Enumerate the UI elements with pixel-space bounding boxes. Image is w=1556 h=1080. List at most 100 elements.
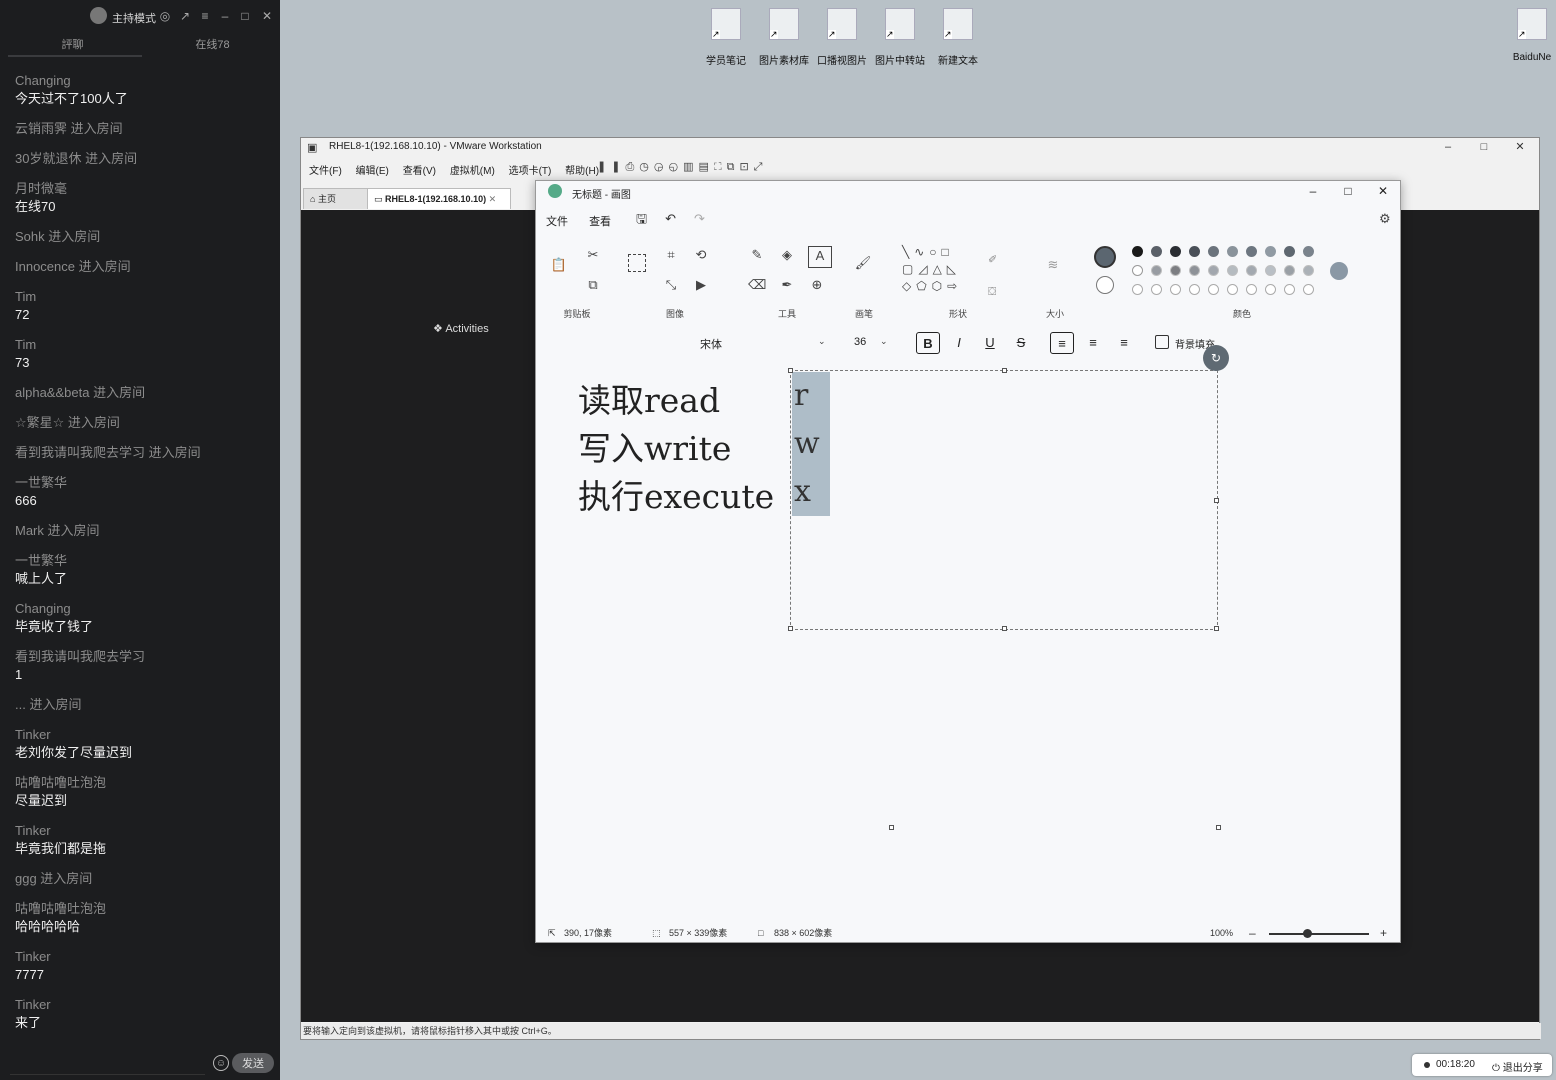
send-button[interactable]: 发送 (232, 1053, 274, 1073)
size-icon[interactable]: ≋ (1044, 256, 1062, 274)
color-swatch[interactable] (1246, 246, 1257, 257)
tab-chat[interactable]: 評聊 (0, 33, 145, 57)
color-swatch[interactable] (1170, 284, 1181, 295)
exit-share-button[interactable]: ⏻ 退出分享 (1492, 1059, 1543, 1074)
avatar[interactable] (90, 7, 107, 24)
minimize-icon[interactable]: – (218, 9, 232, 23)
brush-icon[interactable]: 🖌 (854, 254, 872, 272)
rotate-icon[interactable]: ⟲ (692, 246, 710, 264)
close-tab-icon[interactable]: ✕ (489, 194, 497, 204)
color-swatch[interactable] (1208, 265, 1219, 276)
cut-icon[interactable]: ✂ (584, 246, 602, 264)
chat-nickname[interactable]: 看到我请叫我爬去学习 (15, 648, 270, 666)
color-swatch[interactable] (1151, 265, 1162, 276)
italic-button[interactable]: I (947, 332, 971, 354)
color-swatch[interactable] (1227, 284, 1238, 295)
color-swatch[interactable] (1284, 265, 1295, 276)
maximize-icon[interactable]: □ (238, 9, 252, 23)
color-swatch[interactable] (1151, 284, 1162, 295)
color-swatch[interactable] (1265, 246, 1276, 257)
settings-icon[interactable]: ⚙ (1379, 211, 1391, 227)
secondary-color-swatch[interactable] (1096, 276, 1114, 294)
popout-icon[interactable]: ↗ (178, 9, 192, 23)
color-swatch[interactable] (1303, 246, 1314, 257)
canvas-resize-handle[interactable] (1216, 825, 1221, 830)
color-swatch[interactable] (1265, 265, 1276, 276)
resize-handle[interactable] (1214, 498, 1219, 503)
bold-button[interactable]: B (916, 332, 940, 354)
chevron-down-icon[interactable]: ⌄ (818, 336, 826, 347)
resize-handle[interactable] (1214, 626, 1219, 631)
menu-icon[interactable]: ≡ (198, 9, 212, 23)
color-swatch[interactable] (1284, 284, 1295, 295)
color-palette[interactable] (1132, 246, 1322, 302)
color-swatch[interactable] (1246, 265, 1257, 276)
resize-icon[interactable]: ⤡ (662, 276, 680, 294)
desktop-icon[interactable]: 图片素材库 (756, 8, 812, 67)
snapshot-icon[interactable]: ◷ (639, 161, 654, 173)
color-swatch[interactable] (1170, 265, 1181, 276)
color-swatch[interactable] (1227, 246, 1238, 257)
primary-color-swatch[interactable] (1094, 246, 1116, 268)
maximize-icon[interactable]: □ (1331, 181, 1365, 201)
chat-nickname[interactable]: Changing (15, 72, 270, 90)
desktop-icon[interactable]: 学员笔记 (698, 8, 754, 67)
chat-nickname[interactable]: Tinker (15, 996, 270, 1014)
chat-input[interactable] (10, 1054, 205, 1075)
menu-view[interactable]: 查看(V) (403, 166, 436, 177)
console-icon[interactable]: ⊡ (739, 161, 753, 173)
snapshot-manager-icon[interactable]: ◵ (668, 161, 683, 173)
send-keys-icon[interactable]: ⎙ (625, 161, 639, 173)
color-swatch[interactable] (1265, 284, 1276, 295)
chat-nickname[interactable]: Tim (15, 336, 270, 354)
save-icon[interactable]: 🖫 (636, 211, 665, 226)
stretch-icon[interactable]: ⤢ (754, 161, 768, 173)
pause-icon[interactable]: ❚❚ (597, 161, 625, 173)
close-icon[interactable]: ✕ (1505, 138, 1535, 156)
chat-nickname[interactable]: Tinker (15, 822, 270, 840)
resize-handle[interactable] (788, 368, 793, 373)
desktop-icon[interactable]: 新建文本 (930, 8, 986, 67)
crop-icon[interactable]: ⌗ (662, 246, 680, 264)
zoom-in-icon[interactable]: + (1380, 923, 1387, 943)
chat-nickname[interactable]: Tinker (15, 948, 270, 966)
chat-nickname[interactable]: 一世繁华 (15, 474, 270, 492)
align-left-button[interactable]: ≡ (1050, 332, 1074, 354)
strikethrough-button[interactable]: S (1009, 332, 1033, 354)
thumbnail-icon[interactable]: ▤ (698, 161, 713, 173)
chat-nickname[interactable]: 月时微毫 (15, 180, 270, 198)
color-swatch[interactable] (1303, 284, 1314, 295)
tab-online[interactable]: 在线78 (140, 33, 285, 57)
tab-home[interactable]: ⌂ 主页 (303, 188, 371, 209)
underline-button[interactable]: U (978, 332, 1002, 354)
chat-nickname[interactable]: Tim (15, 288, 270, 306)
fullscreen-icon[interactable]: ⛶ (714, 161, 727, 173)
color-swatch[interactable] (1132, 284, 1143, 295)
menu-file[interactable]: 文件(F) (309, 166, 342, 177)
resize-handle[interactable] (1002, 368, 1007, 373)
canvas-resize-handle[interactable] (889, 825, 894, 830)
desktop-icon[interactable]: 口播视图片 (814, 8, 870, 67)
color-swatch[interactable] (1189, 246, 1200, 257)
color-swatch[interactable] (1227, 265, 1238, 276)
color-swatch[interactable] (1151, 246, 1162, 257)
copy-icon[interactable]: ⧉ (584, 276, 602, 294)
align-center-button[interactable]: ≡ (1081, 332, 1105, 354)
resize-handle[interactable] (1002, 626, 1007, 631)
text-box-selection[interactable] (788, 368, 1219, 631)
color-swatch[interactable] (1189, 265, 1200, 276)
font-family-select[interactable]: 宋体 (700, 336, 722, 352)
chat-nickname[interactable]: 一世繁华 (15, 552, 270, 570)
color-swatch[interactable] (1170, 246, 1181, 257)
color-swatch[interactable] (1284, 246, 1295, 257)
resize-handle[interactable] (788, 626, 793, 631)
desktop-icon[interactable]: BaiduNe (1508, 8, 1556, 63)
text-tool-icon[interactable]: A (808, 246, 832, 268)
background-fill-checkbox[interactable] (1155, 335, 1169, 349)
color-swatch[interactable] (1246, 284, 1257, 295)
color-swatch[interactable] (1208, 284, 1219, 295)
color-swatch[interactable] (1189, 284, 1200, 295)
zoom-out-icon[interactable]: – (1249, 923, 1256, 943)
shapes-gallery[interactable]: ╲∿○□ ▢◿△◺ ◇⬠⬡⇨ (902, 244, 962, 295)
activities-button[interactable]: ❖ Activities (433, 322, 489, 335)
